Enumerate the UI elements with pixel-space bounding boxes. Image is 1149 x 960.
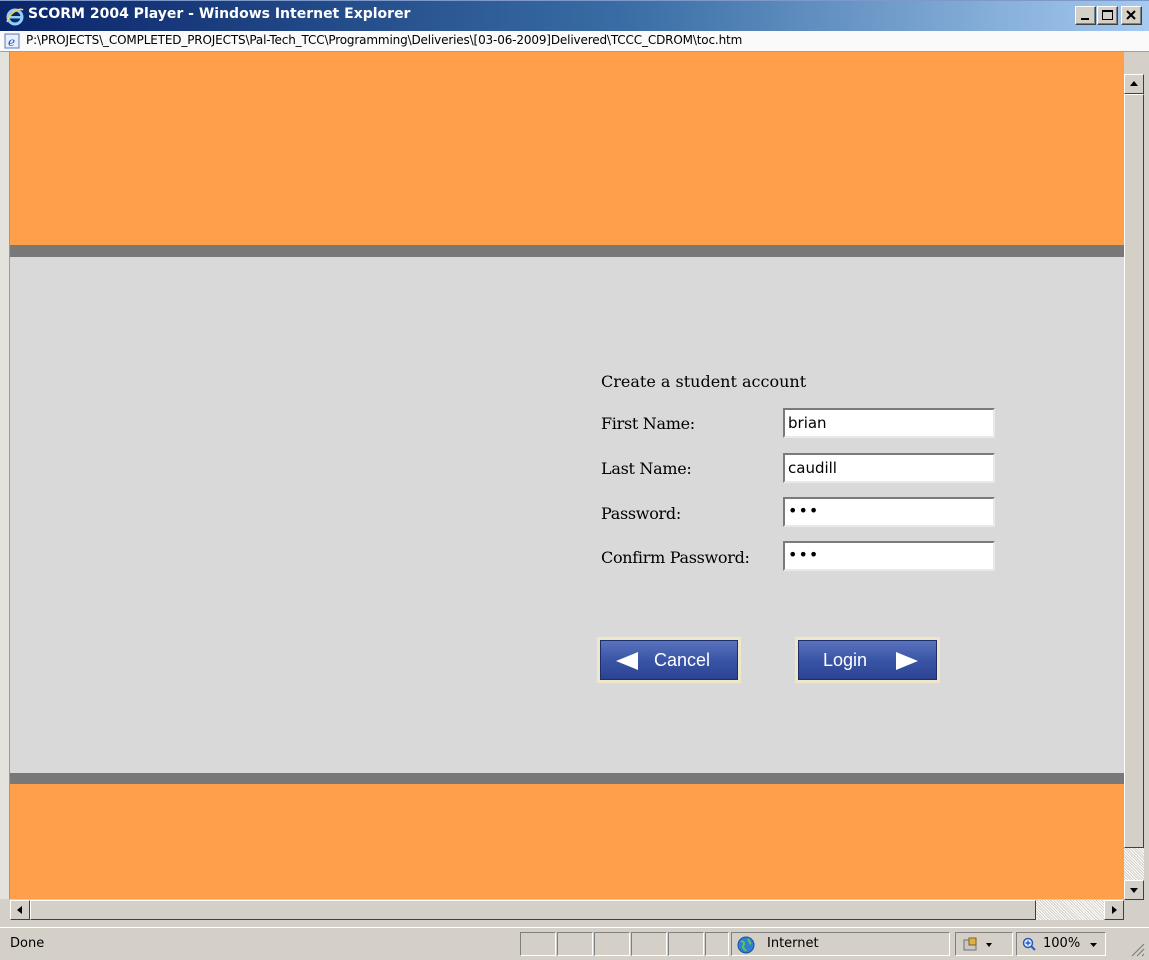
cancel-label: Cancel [654, 650, 711, 670]
window-title: SCORM 2004 Player - Windows Internet Exp… [28, 6, 411, 22]
last-name-field[interactable]: caudill [783, 453, 995, 483]
first-name-field[interactable]: brian [783, 408, 995, 438]
login-button[interactable]: Login [798, 640, 937, 680]
maximize-button[interactable] [1097, 6, 1118, 25]
footer-band [10, 784, 1124, 899]
content-viewport: Create a student account First Name: bri… [0, 52, 1149, 927]
scroll-right-button[interactable] [1104, 900, 1124, 920]
status-text: Done [10, 936, 45, 951]
status-pane [705, 932, 729, 956]
protected-mode-icon [963, 937, 992, 951]
resize-grip-icon[interactable] [1128, 940, 1146, 958]
scroll-up-button[interactable] [1124, 74, 1144, 94]
scrollbar-corner [1124, 900, 1149, 927]
globe-icon [737, 936, 755, 954]
confirm-password-field[interactable]: ••• [783, 541, 995, 571]
arrow-down-icon [1130, 888, 1138, 893]
header-band [10, 72, 1124, 245]
horizontal-scroll-track[interactable] [1036, 900, 1104, 920]
horizontal-scroll-thumb[interactable] [30, 900, 1036, 920]
minimize-icon [1081, 18, 1089, 20]
status-bar: Done Internet 100% [0, 927, 1149, 960]
status-pane [668, 932, 704, 956]
zone-label: Internet [767, 936, 819, 951]
svg-text:e: e [8, 35, 15, 49]
status-pane [594, 932, 630, 956]
scorm-page: Create a student account First Name: bri… [10, 72, 1124, 899]
scroll-left-button[interactable] [10, 900, 30, 920]
zoom-label: 100% [1043, 936, 1081, 951]
header-band-top [10, 52, 1124, 72]
status-pane [631, 932, 667, 956]
zone-pane[interactable] [731, 932, 950, 956]
form-title: Create a student account [601, 372, 807, 391]
close-button[interactable] [1121, 6, 1142, 25]
cancel-button[interactable]: Cancel [600, 640, 738, 680]
last-name-value: caudill [788, 459, 837, 477]
confirm-password-label: Confirm Password: [601, 548, 750, 567]
arrow-left-icon [616, 652, 638, 670]
status-pane [557, 932, 593, 956]
protected-mode-pane[interactable] [955, 932, 1013, 956]
password-value: ••• [788, 501, 820, 520]
last-name-label: Last Name: [601, 459, 692, 478]
vertical-scroll-thumb[interactable] [1124, 94, 1144, 848]
zoom-icon [1022, 937, 1036, 951]
browser-window: SCORM 2004 Player - Windows Internet Exp… [0, 0, 1149, 960]
vertical-scrollbar[interactable] [1124, 74, 1144, 900]
header-separator [10, 245, 1124, 257]
first-name-value: brian [788, 414, 827, 432]
login-label: Login [823, 650, 868, 670]
page-icon: e [4, 33, 20, 49]
maximize-icon [1102, 10, 1113, 20]
arrow-left-small-icon [17, 906, 22, 914]
title-bar[interactable]: SCORM 2004 Player - Windows Internet Exp… [0, 0, 1149, 31]
horizontal-scrollbar[interactable] [10, 900, 1124, 920]
minimize-button[interactable] [1075, 6, 1096, 25]
password-label: Password: [601, 504, 681, 523]
address-bar: e P:\PROJECTS\_COMPLETED_PROJECTS\Pal-Te… [0, 31, 1149, 52]
vertical-scroll-track[interactable] [1124, 848, 1144, 880]
arrow-right-small-icon [1112, 906, 1117, 914]
ie-logo-icon [6, 8, 24, 26]
status-pane [520, 932, 556, 956]
confirm-password-value: ••• [788, 545, 820, 564]
arrow-right-icon [896, 652, 918, 670]
close-icon [1126, 10, 1136, 20]
password-field[interactable]: ••• [783, 497, 995, 527]
address-path: P:\PROJECTS\_COMPLETED_PROJECTS\Pal-Tech… [26, 33, 743, 47]
scroll-down-button[interactable] [1124, 880, 1144, 900]
arrow-up-icon [1130, 81, 1138, 86]
first-name-label: First Name: [601, 414, 695, 433]
left-frame-edge [0, 52, 10, 899]
footer-separator [10, 773, 1124, 784]
chevron-down-icon [1090, 943, 1097, 947]
